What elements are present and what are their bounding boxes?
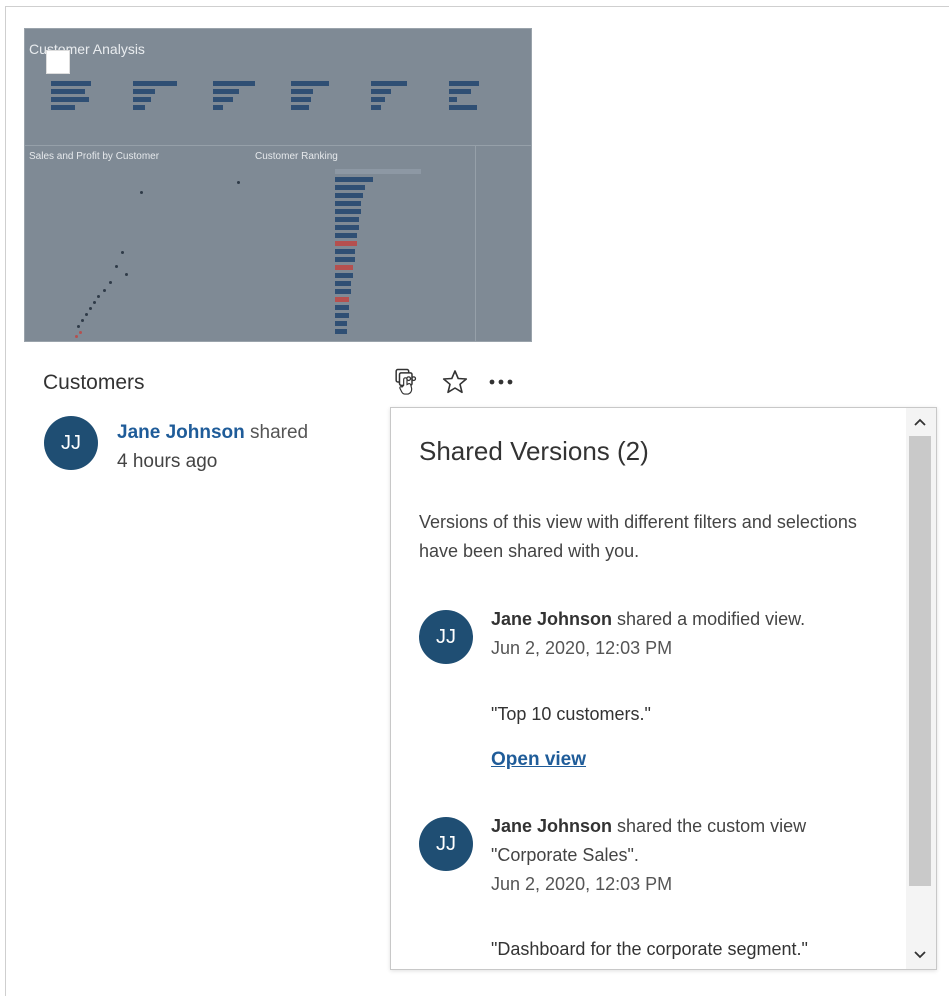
avatar: JJ xyxy=(419,817,473,871)
thumbnail-section-left: Sales and Profit by Customer xyxy=(29,151,160,162)
popup-description: Versions of this view with different fil… xyxy=(419,512,857,561)
view-title[interactable]: Customers xyxy=(43,371,145,395)
thumbnail-section-mid: Customer Ranking xyxy=(255,151,338,162)
entry-comment: "Dashboard for the corporate segment." xyxy=(491,939,808,959)
scroll-down-icon[interactable] xyxy=(910,945,930,965)
entry-author: Jane Johnson xyxy=(491,816,613,836)
entry-date: Jun 2, 2020, 12:03 PM xyxy=(491,874,673,894)
owner-info: Jane Johnson shared 4 hours ago xyxy=(117,418,308,476)
shared-versions-icon[interactable] xyxy=(392,367,422,397)
popup-title: Shared Versions (2) xyxy=(419,436,649,466)
entry-author: Jane Johnson xyxy=(491,609,613,629)
shared-versions-popup: Shared Versions (2) Versions of this vie… xyxy=(390,407,937,970)
entry-date: Jun 2, 2020, 12:03 PM xyxy=(491,638,673,658)
owner-action: shared xyxy=(250,422,309,443)
shared-time: 4 hours ago xyxy=(117,451,218,472)
owner-name-link[interactable]: Jane Johnson xyxy=(117,422,245,443)
select-checkbox[interactable] xyxy=(46,50,70,74)
view-thumbnail[interactable]: Customer Analysis Sales and Profit by Cu… xyxy=(24,28,532,342)
scrollbar-thumb[interactable] xyxy=(909,436,931,886)
scroll-up-icon[interactable] xyxy=(910,412,930,432)
avatar: JJ xyxy=(419,610,473,664)
open-view-link[interactable]: Open view xyxy=(491,749,586,771)
more-actions-icon[interactable] xyxy=(486,367,516,397)
avatar: JJ xyxy=(44,416,98,470)
favorite-star-icon[interactable] xyxy=(440,367,470,397)
card-toolbar xyxy=(390,367,530,399)
entry-action: shared a modified view. xyxy=(617,609,806,629)
entry-comment: "Top 10 customers." xyxy=(491,704,651,724)
